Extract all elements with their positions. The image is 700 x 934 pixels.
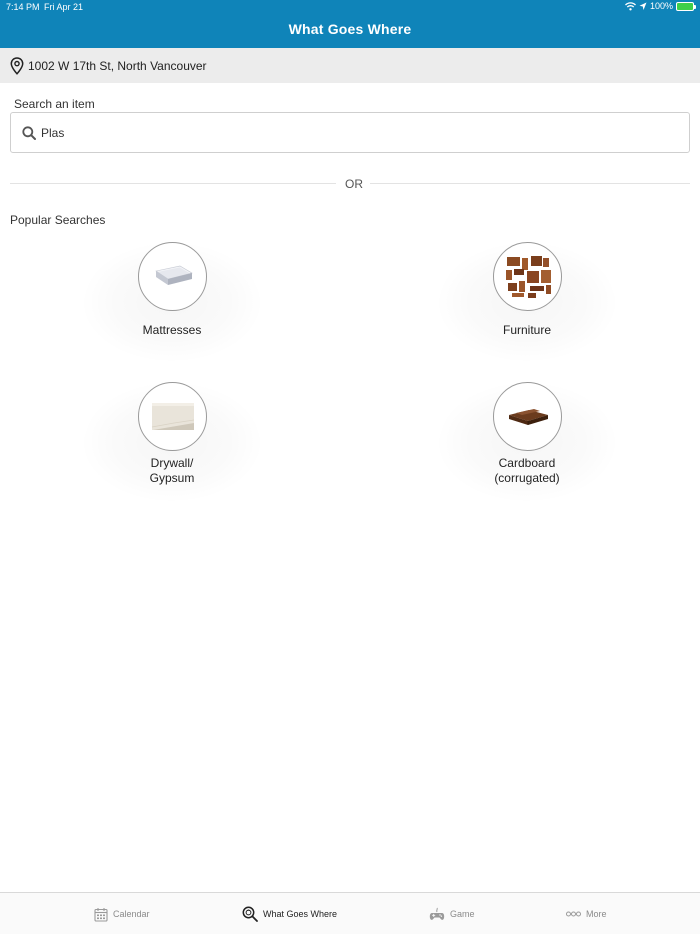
- battery-percent: 100%: [649, 1, 673, 11]
- tab-label: Game: [450, 909, 475, 919]
- tab-label: More: [586, 909, 607, 919]
- tab-more[interactable]: More: [566, 906, 607, 922]
- popular-item-furniture[interactable]: Furniture: [437, 242, 617, 362]
- tab-label: Calendar: [113, 909, 150, 919]
- calendar-icon: [94, 907, 108, 922]
- popular-item-mattresses[interactable]: Mattresses: [82, 242, 262, 362]
- top-bar: 7:14 PM Fri Apr 21 100% What Goes Where: [0, 0, 700, 48]
- popular-item-label: Mattresses: [142, 323, 202, 337]
- furniture-image: [493, 242, 562, 311]
- battery-icon: [676, 1, 696, 11]
- search-label: Search an item: [14, 97, 95, 111]
- location-pin-icon: [10, 57, 24, 75]
- search-icon: [22, 126, 36, 140]
- popular-item-cardboard[interactable]: Cardboard (corrugated): [437, 382, 617, 502]
- status-bar: 7:14 PM Fri Apr 21 100%: [0, 0, 700, 14]
- search-input[interactable]: [41, 122, 641, 144]
- search-box[interactable]: [10, 112, 690, 153]
- address-text: 1002 W 17th St, North Vancouver: [28, 59, 207, 73]
- status-time: 7:14 PM: [6, 2, 40, 12]
- label-line-2: Gypsum: [149, 471, 195, 485]
- popular-searches-title: Popular Searches: [10, 213, 106, 227]
- tab-what-goes-where[interactable]: What Goes Where: [242, 906, 337, 922]
- drywall-image: [138, 382, 207, 451]
- tab-bar: Calendar What Goes Where Game More: [0, 892, 700, 934]
- address-bar[interactable]: 1002 W 17th St, North Vancouver: [0, 48, 700, 83]
- status-date: Fri Apr 21: [44, 2, 84, 12]
- status-right: 100%: [625, 1, 696, 11]
- popular-item-label: Furniture: [502, 323, 552, 337]
- search-recycle-icon: [242, 906, 258, 922]
- label-line-2: (corrugated): [494, 471, 560, 485]
- tab-calendar[interactable]: Calendar: [94, 906, 150, 922]
- or-label: OR: [345, 177, 363, 191]
- cardboard-image: [493, 382, 562, 451]
- popular-item-drywall[interactable]: Drywall/ Gypsum: [82, 382, 262, 502]
- label-line-1: Drywall/: [150, 456, 194, 470]
- divider-line-right: [370, 183, 690, 184]
- gamepad-icon: [429, 907, 445, 920]
- label-line-1: Cardboard: [498, 456, 556, 470]
- or-divider: OR: [10, 176, 690, 192]
- divider-line-left: [10, 183, 336, 184]
- wifi-icon: [625, 1, 636, 10]
- popular-item-label: Drywall/ Gypsum: [82, 456, 262, 486]
- tab-label: What Goes Where: [263, 909, 338, 919]
- mattress-image: [138, 242, 207, 311]
- location-arrow-icon: [639, 2, 647, 10]
- popular-item-label: Cardboard (corrugated): [437, 456, 617, 486]
- page-title: What Goes Where: [288, 21, 412, 37]
- tab-game[interactable]: Game: [429, 906, 475, 922]
- more-dots-icon: [566, 911, 581, 917]
